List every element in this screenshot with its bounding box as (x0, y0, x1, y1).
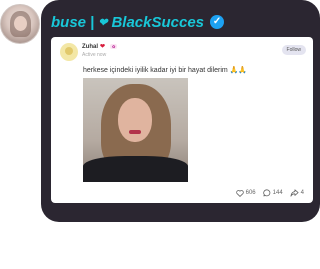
shared-post-card[interactable]: Zuhal ❤ ✿ Active now Follow herkese için… (51, 37, 313, 203)
message-bubble: buse | ❤ BlackSucces ✓ Zuhal ❤ ✿ Active … (41, 0, 320, 222)
black-heart-icon: ❤ (98, 16, 108, 29)
heart-icon: ❤ (100, 44, 106, 50)
post-text-body: herkese içindeki iyilik kadar iyi bir ha… (83, 67, 228, 74)
comment-stat[interactable]: 144 (262, 189, 283, 197)
avatar-face (14, 16, 27, 31)
post-author-name-row: Zuhal ❤ ✿ (82, 43, 118, 50)
like-stat[interactable]: 606 (235, 189, 256, 197)
share-count: 4 (300, 190, 304, 196)
photo-face (118, 98, 152, 142)
sender-name-left: buse (51, 13, 87, 31)
follow-button[interactable]: Follow (281, 45, 306, 55)
author-badge: ✿ (110, 44, 118, 49)
sender-name-right: BlackSucces (111, 13, 205, 31)
heart-outline-icon (235, 189, 244, 197)
avatar-emoji-face (65, 47, 73, 55)
verified-icon: ✓ (210, 15, 225, 29)
post-stats: 606 144 4 (235, 189, 304, 197)
like-count: 606 (245, 190, 256, 196)
sender-name-row[interactable]: buse | ❤ BlackSucces ✓ (51, 11, 225, 33)
post-time: Active now (82, 52, 107, 58)
post-author-avatar[interactable] (60, 43, 78, 61)
share-icon (290, 189, 299, 197)
post-photo[interactable] (83, 78, 188, 182)
name-separator: | (90, 13, 95, 31)
photo-lips (129, 130, 141, 134)
photo-shirt (83, 156, 188, 182)
praying-hands-icon: 🙏🙏 (229, 67, 248, 74)
post-text: herkese içindeki iyilik kadar iyi bir ha… (83, 66, 247, 74)
comment-count: 144 (272, 190, 283, 196)
comment-icon (262, 189, 270, 197)
profile-avatar[interactable] (0, 4, 40, 44)
post-author-name: Zuhal (82, 43, 98, 50)
share-stat[interactable]: 4 (290, 189, 304, 197)
